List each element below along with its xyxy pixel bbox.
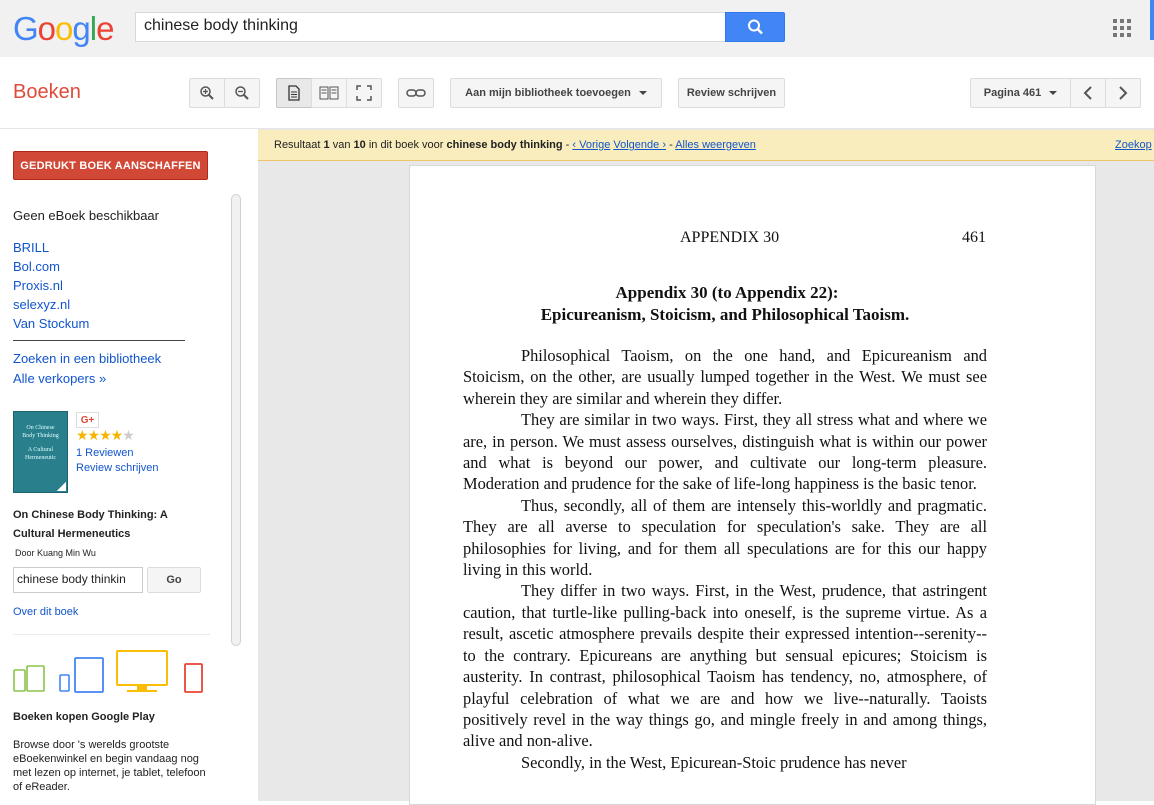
zoom-out-button[interactable]	[224, 78, 260, 108]
google-play-heading: Boeken kopen Google Play	[13, 711, 155, 723]
seller-link-proxis[interactable]: Proxis.nl	[13, 278, 63, 293]
sidebar-scrollbar-thumb[interactable]	[231, 194, 241, 646]
next-page-button[interactable]	[1105, 78, 1141, 108]
book-author: Door Kuang Min Wu	[15, 548, 96, 558]
paragraph: Philosophical Taoism, on the one hand, a…	[463, 346, 987, 408]
book-cover-thumbnail[interactable]: On Chinese Body Thinking A Cultural Herm…	[13, 411, 68, 493]
find-in-library-link[interactable]: Zoeken in een bibliotheek	[13, 351, 161, 366]
page-body-text: Philosophical Taoism, on the one hand, a…	[463, 345, 987, 773]
books-brand[interactable]: Boeken	[13, 81, 81, 104]
search-button[interactable]	[725, 12, 785, 42]
no-ebook-text: Geen eBoek beschikbaar	[13, 208, 159, 223]
zoom-in-icon	[200, 86, 214, 100]
two-page-icon	[319, 86, 339, 100]
add-to-library-dropdown[interactable]: Aan mijn bibliotheek toevoegen	[450, 78, 662, 108]
books-toolbar: Boeken Aan mijn bibliotheek toevoegen Re…	[0, 57, 1154, 129]
account-button-edge[interactable]	[1150, 0, 1154, 40]
search-in-book-go-button[interactable]: Go	[147, 567, 201, 593]
previous-page-button[interactable]	[1070, 78, 1106, 108]
paragraph: They differ in two ways. First, in the W…	[463, 581, 987, 751]
google-play-description: Browse door 's werelds grootste eBoekenw…	[13, 739, 206, 793]
seller-link-bol[interactable]: Bol.com	[13, 259, 60, 274]
google-logo[interactable]: Google	[13, 10, 114, 48]
buy-printed-book-button[interactable]: GEDRUKT BOEK AANSCHAFFEN	[13, 151, 208, 180]
left-sidebar: GEDRUKT BOEK AANSCHAFFEN Geen eBoek besc…	[0, 129, 230, 801]
paragraph: Secondly, in the West, Epicurean-Stoic p…	[521, 752, 907, 772]
single-page-icon	[288, 85, 300, 101]
reviews-count-link[interactable]: 1 Reviewen	[76, 447, 133, 459]
top-search-bar: Google chinese body thinking	[0, 0, 1154, 57]
paragraph: Thus, secondly, all of them are intensel…	[463, 495, 987, 580]
running-head: APPENDIX 30	[680, 229, 780, 246]
book-title: On Chinese Body Thinking: A Cultural Her…	[13, 509, 168, 540]
write-review-link[interactable]: Review schrijven	[76, 462, 159, 474]
write-review-button[interactable]: Review schrijven	[678, 78, 785, 108]
search-input[interactable]: chinese body thinking	[135, 12, 726, 42]
fullscreen-button[interactable]	[346, 78, 382, 108]
search-icon	[748, 19, 763, 35]
seller-link-selexyz[interactable]: selexyz.nl	[13, 297, 70, 312]
google-plus-button[interactable]: G+	[76, 412, 99, 428]
seller-link-brill[interactable]: BRILL	[13, 240, 49, 255]
zoom-in-button[interactable]	[189, 78, 225, 108]
search-more-link[interactable]: Zoekop	[1115, 139, 1152, 151]
divider	[13, 340, 185, 341]
previous-result-link[interactable]: ‹ Vorige	[572, 139, 610, 151]
apps-grid-icon[interactable]	[1113, 19, 1131, 37]
devices-illustration-icon	[13, 650, 203, 693]
page-select-dropdown[interactable]: Pagina 461	[970, 78, 1071, 108]
search-in-book-input[interactable]: chinese body thinkin	[13, 567, 143, 593]
chevron-left-icon	[1083, 86, 1092, 100]
appendix-subtitle: Epicureanism, Stoicism, and Philosophica…	[540, 305, 910, 324]
paragraph: They are similar in two ways. First, the…	[463, 410, 987, 494]
next-result-link[interactable]: Volgende ›	[613, 139, 666, 151]
link-icon	[406, 89, 426, 97]
link-button[interactable]	[398, 78, 434, 108]
single-page-view-button[interactable]	[276, 78, 312, 108]
fullscreen-icon	[356, 85, 372, 101]
book-page: APPENDIX 30 461 Appendix 30 (to Appendix…	[409, 165, 1096, 805]
search-result-bar: Resultaat 1 van 10 in dit boek voor chin…	[258, 130, 1154, 161]
rating-stars: ★★★★★	[76, 427, 135, 443]
zoom-out-icon	[235, 86, 249, 100]
about-this-book-link[interactable]: Over dit boek	[13, 606, 78, 618]
two-page-view-button[interactable]	[311, 78, 347, 108]
all-sellers-link[interactable]: Alle verkopers »	[13, 371, 106, 386]
chevron-right-icon	[1119, 86, 1128, 100]
chevron-down-icon	[638, 91, 647, 95]
page-curl-icon	[57, 482, 66, 491]
appendix-title: Appendix 30 (to Appendix 22):	[615, 283, 839, 302]
page-number: 461	[962, 229, 986, 246]
seller-link-van-stockum[interactable]: Van Stockum	[13, 316, 89, 331]
divider	[13, 634, 210, 635]
show-all-results-link[interactable]: Alles weergeven	[675, 139, 756, 151]
chevron-down-icon	[1049, 91, 1058, 95]
